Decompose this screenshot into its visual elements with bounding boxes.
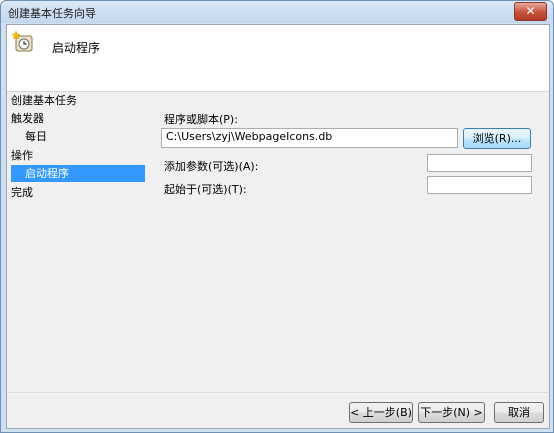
page-title: 启动程序 <box>52 41 101 55</box>
arguments-input[interactable] <box>427 154 532 172</box>
window-title: 创建基本任务向导 <box>8 7 96 20</box>
back-button[interactable]: < 上一步(B) <box>349 402 413 423</box>
wizard-header: 启动程序 <box>7 25 549 92</box>
footer-divider <box>7 392 549 393</box>
wizard-window: 创建基本任务向导 ✕ 启动程序 创建基本任务 触发器 每日 操作 启动程序 完成… <box>0 0 554 433</box>
program-label: 程序或脚本(P): <box>164 113 238 126</box>
clock-star-icon <box>12 31 33 52</box>
cancel-button[interactable]: 取消 <box>494 402 544 423</box>
nav-step-finish[interactable]: 完成 <box>11 184 33 201</box>
arguments-label: 添加参数(可选)(A): <box>164 160 259 173</box>
program-path-input[interactable]: C:\Users\zyj\WebpageIcons.db <box>161 128 458 148</box>
browse-button[interactable]: 浏览(R)... <box>463 128 531 149</box>
nav-step-create-basic-task[interactable]: 创建基本任务 <box>11 92 77 109</box>
start-in-label: 起始于(可选)(T): <box>164 183 247 196</box>
nav-step-trigger[interactable]: 触发器 <box>11 110 44 127</box>
next-button[interactable]: 下一步(N) > <box>418 402 485 423</box>
nav-step-action[interactable]: 操作 <box>11 147 33 164</box>
wizard-client: 启动程序 创建基本任务 触发器 每日 操作 启动程序 完成 程序或脚本(P): … <box>6 24 550 429</box>
nav-step-start-program[interactable]: 启动程序 <box>11 165 145 182</box>
wizard-steps-nav: 创建基本任务 触发器 每日 操作 启动程序 完成 <box>7 92 157 392</box>
start-in-input[interactable] <box>427 176 532 194</box>
close-icon: ✕ <box>525 4 536 18</box>
title-bar[interactable]: 创建基本任务向导 ✕ <box>1 1 553 23</box>
close-button[interactable]: ✕ <box>514 2 547 21</box>
nav-step-daily[interactable]: 每日 <box>25 128 47 145</box>
